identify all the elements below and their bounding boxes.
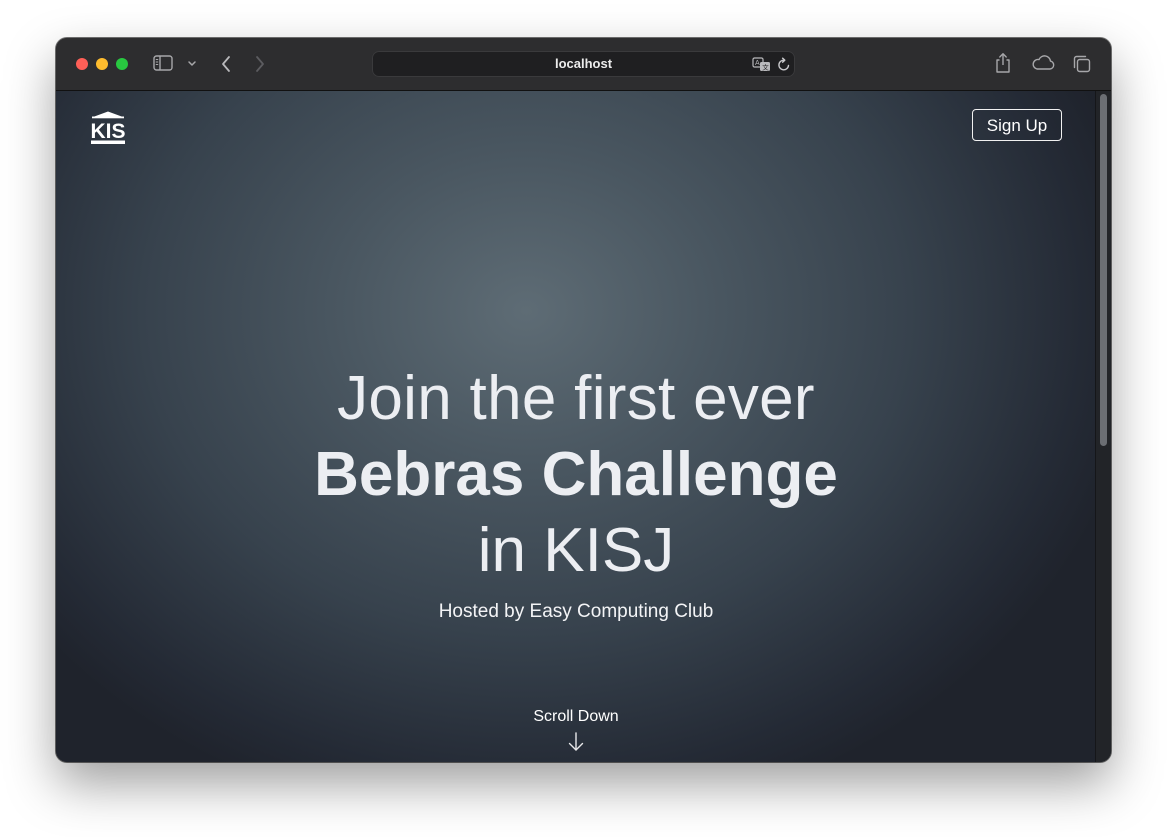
translate-icon[interactable]: A 文 <box>752 57 772 72</box>
hero-subtitle: Hosted by Easy Computing Club <box>438 601 714 622</box>
address-text: localhost <box>554 56 613 71</box>
svg-text:A: A <box>755 60 760 67</box>
chevron-down-icon[interactable] <box>187 60 197 68</box>
sign-up-button[interactable]: Sign Up <box>972 109 1062 141</box>
scrollbar[interactable] <box>1095 91 1111 762</box>
scroll-down-label[interactable]: Scroll Down <box>56 708 1096 726</box>
svg-text:文: 文 <box>762 62 769 71</box>
cloud-icon[interactable] <box>1031 55 1055 71</box>
close-window-button[interactable] <box>76 58 88 70</box>
minimize-window-button[interactable] <box>96 58 108 70</box>
logo-text: KIS <box>90 120 125 143</box>
hero-heading-line-3: in KISJ <box>477 516 675 585</box>
hero-heading-line-2: Bebras Challenge <box>314 440 838 509</box>
scrollbar-thumb[interactable] <box>1100 94 1107 446</box>
page-viewport: KIS Sign Up Join the first ever Bebras C… <box>56 91 1111 762</box>
back-arrow-icon[interactable] <box>219 55 233 73</box>
reload-icon[interactable] <box>777 57 791 72</box>
sidebar-icon[interactable] <box>153 55 173 71</box>
address-bar[interactable]: localhost A 文 <box>372 51 795 77</box>
browser-window: localhost A 文 KIS Sign Up Join the first… <box>56 38 1111 762</box>
kis-logo[interactable]: KIS <box>89 110 127 145</box>
maximize-window-button[interactable] <box>116 58 128 70</box>
forward-arrow-icon[interactable] <box>253 55 267 73</box>
arrow-down-icon[interactable] <box>567 731 585 753</box>
share-icon[interactable] <box>994 52 1012 74</box>
browser-toolbar: localhost A 文 <box>56 38 1111 91</box>
tab-overview-icon[interactable] <box>1072 54 1092 74</box>
hero-heading-line-1: Join the first ever <box>337 364 815 433</box>
